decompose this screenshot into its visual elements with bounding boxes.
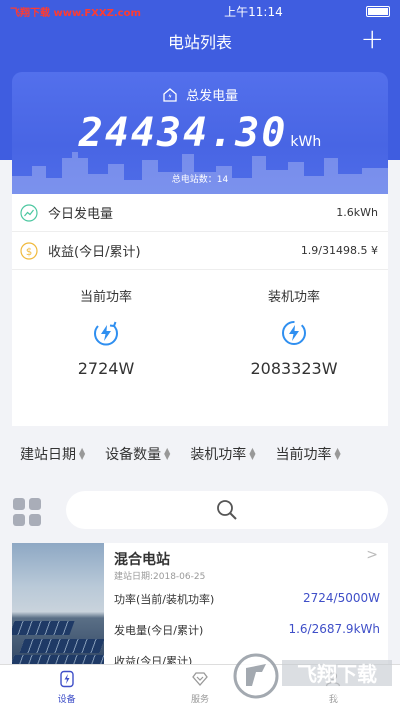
search-input[interactable] [66,491,388,529]
tab-service-label: 服务 [190,695,209,705]
sort-arrows-icon: ▲ ▼ [334,446,341,461]
today-generation-value: 1.6kWh [336,206,378,219]
yen-icon: $ [20,241,38,260]
page-title: 电站列表 [167,33,232,52]
sort-installed-power-label: 装机功率 [190,447,247,463]
income-label: 收益(今日/累计) [48,245,141,260]
chart-icon [20,203,38,222]
watermark-url: WWW.FXXZ.COM [295,692,380,703]
station-power-row: 功率(当前/装机功率) 2724/5000W [114,591,380,607]
nav-bar: 电站列表 + [0,22,400,60]
today-generation-label: 今日发电量 [48,207,114,222]
watermark-logo: 飞翔下载 WWW.FXXZ.COM [233,653,392,703]
status-bar: 飞翔下载 www.FXXZ.com 上午11:14 [0,0,400,22]
installed-power-value: 2083323W [250,359,338,378]
sort-device-count[interactable]: 设备数量 ▲ ▼ [105,444,170,464]
total-generation-value-wrap: 24434.30 kWh [12,110,388,156]
sort-build-date[interactable]: 建站日期 ▲ ▼ [20,444,85,464]
battery-icon [366,5,390,17]
total-generation-value: 24434.30 [78,110,288,156]
current-power: 当前功率 2724W [12,286,200,378]
sort-installed-power[interactable]: 装机功率 ▲ ▼ [190,444,255,464]
total-generation-card: 总发电量 24434.30 kWh 总电站数：14 [12,72,388,194]
home-icon [163,88,177,102]
total-generation-label-wrap: 总发电量 [12,85,388,104]
lightning-icon [94,321,118,346]
watermark-brand: 飞翔下载 [297,662,377,686]
sort-current-power-label: 当前功率 [275,447,332,463]
station-generation-value: 1.6/2687.9kWh [288,622,380,636]
installed-power: 装机功率 2083323W [200,286,388,378]
income-row: $ 收益(今日/累计) 1.9/31498.5 ¥ [12,232,388,270]
station-photo [12,543,104,668]
current-power-label: 当前功率 [79,290,132,305]
station-generation-label: 发电量(今日/累计) [114,624,204,637]
income-value: 1.9/31498.5 ¥ [300,244,378,257]
status-watermark: 飞翔下载 www.FXXZ.com [10,7,141,19]
station-power-value: 2724/5000W [303,591,380,605]
installed-power-label: 装机功率 [267,290,320,305]
station-generation-row: 发电量(今日/累计) 1.6/2687.9kWh [114,622,380,638]
add-station-button[interactable]: + [361,24,384,54]
station-count-value: 14 [216,175,229,185]
current-power-value: 2724W [77,359,135,378]
sort-build-date-label: 建站日期 [20,447,76,463]
total-generation-unit: kWh [290,134,322,150]
installed-power-icon [282,321,306,345]
station-count-label: 总电站数： [171,175,217,185]
status-time: 上午11:14 [224,4,283,19]
device-icon [59,670,74,688]
station-count: 总电站数：14 [12,172,388,185]
sort-arrows-icon: ▲ ▼ [79,446,86,461]
sort-current-power[interactable]: 当前功率 ▲ ▼ [275,444,340,464]
search-icon [217,500,237,520]
station-name: 混合电站 [114,552,170,568]
sort-arrows-icon: ▲ ▼ [164,446,171,461]
grid-view-icon[interactable] [12,497,42,527]
station-power-label: 功率(当前/装机功率) [114,593,215,606]
total-generation-label: 总发电量 [186,89,239,104]
sort-arrows-icon: ▲ ▼ [249,446,256,461]
tab-device-label: 设备 [57,695,76,705]
station-date: 建站日期:2018-06-25 [114,572,206,582]
info-card: 今日发电量 1.6kWh $ 收益(今日/累计) 1.9/31498.5 ¥ 当… [12,194,388,426]
service-icon [192,672,208,686]
power-section: 当前功率 2724W 装机功率 2083323W [12,286,388,378]
svg-text:$: $ [26,247,32,258]
today-generation-row: 今日发电量 1.6kWh [12,194,388,232]
sort-bar: 建站日期 ▲ ▼ 设备数量 ▲ ▼ 装机功率 ▲ ▼ 当前功率 ▲ ▼ [0,436,400,472]
sort-device-count-label: 设备数量 [105,447,162,463]
tab-device[interactable]: 设备 [0,665,133,710]
chevron-right-icon: > [366,547,378,563]
